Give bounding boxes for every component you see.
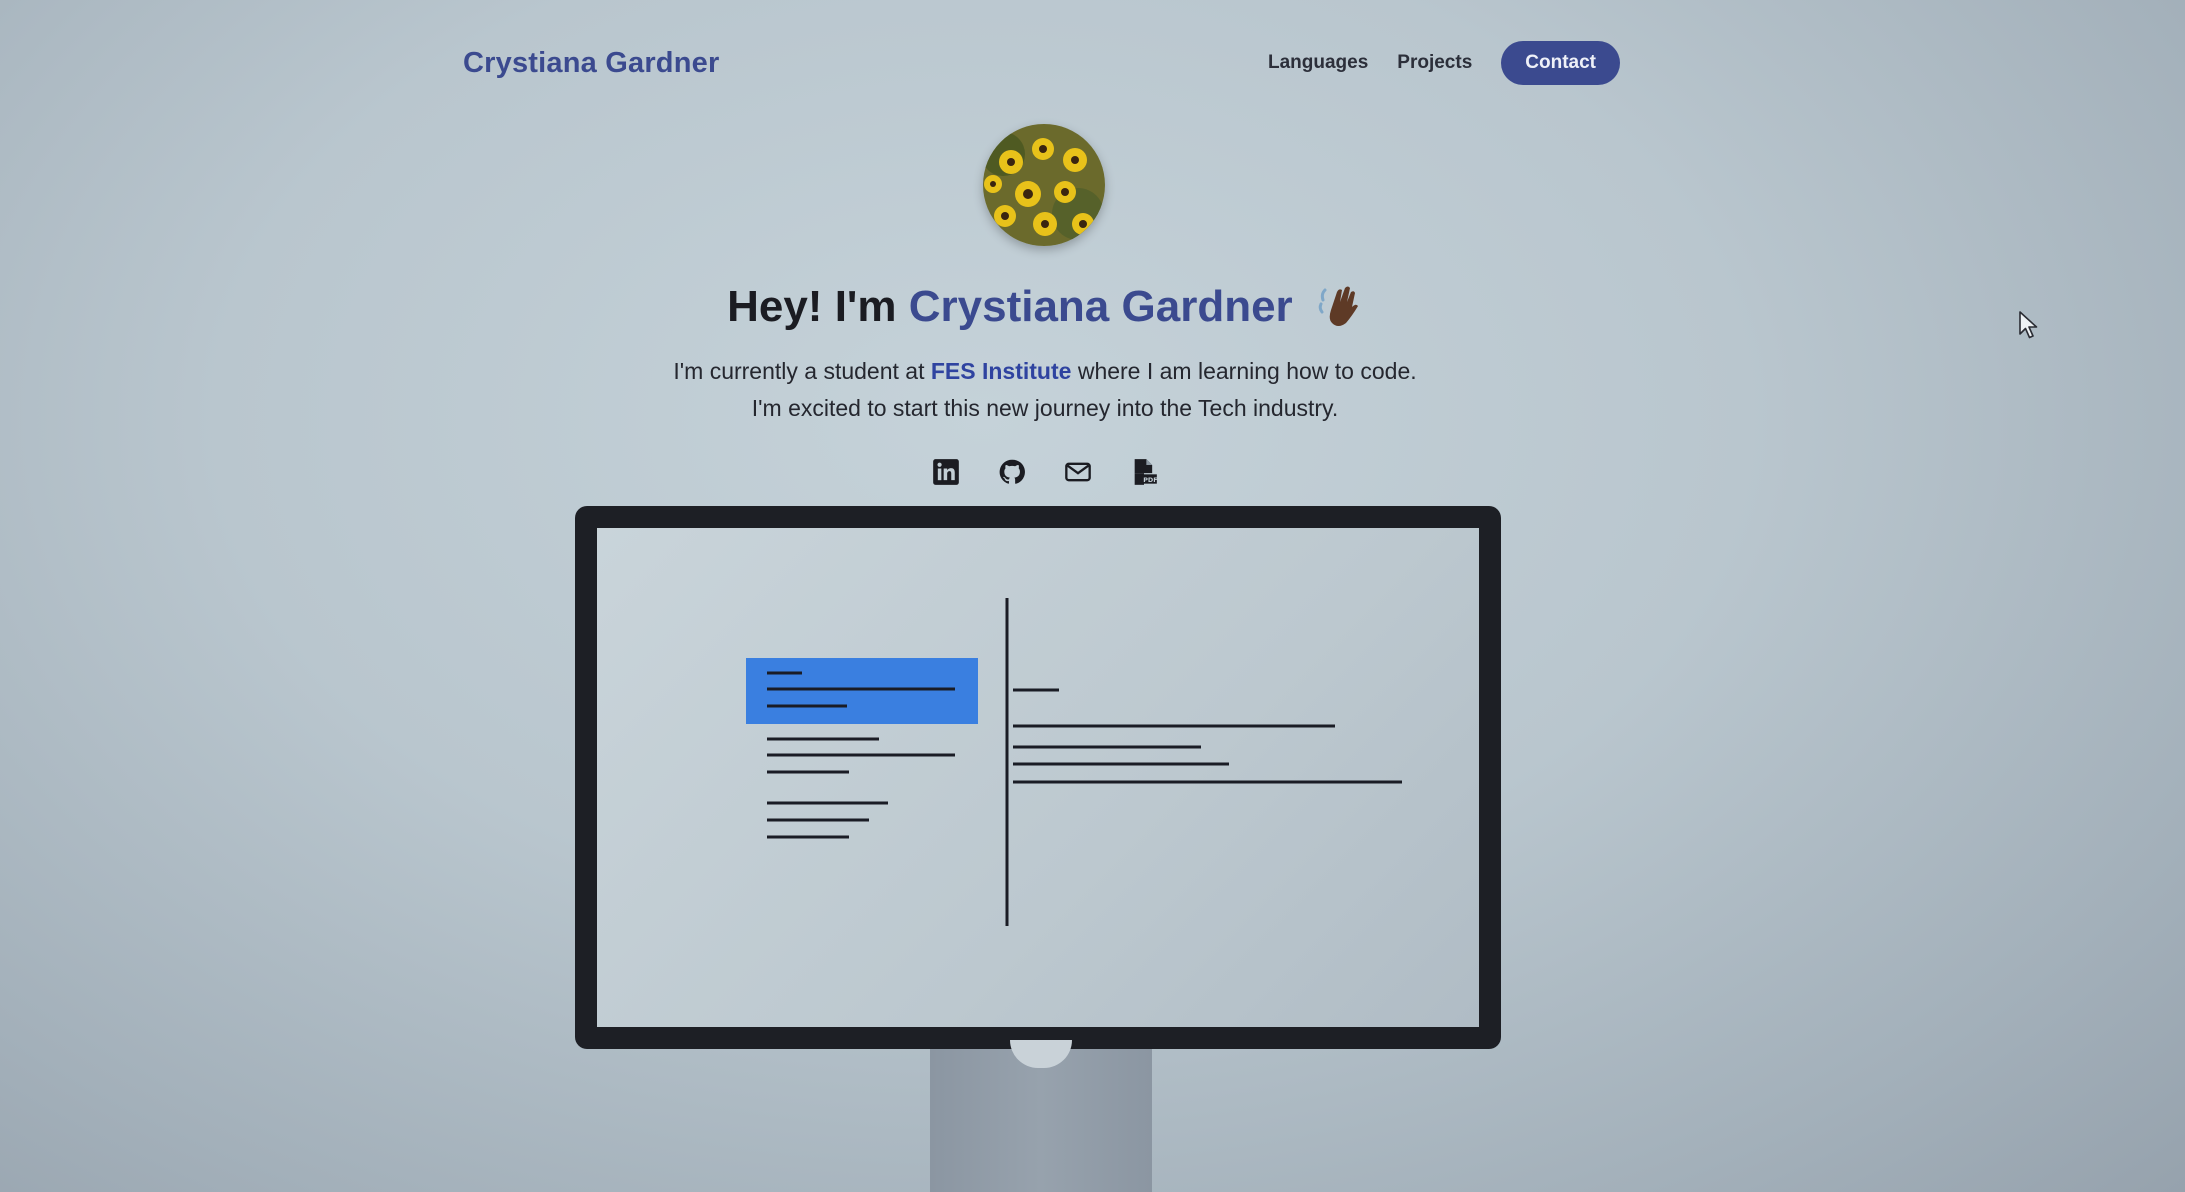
- github-icon[interactable]: [998, 458, 1026, 486]
- pdf-resume-icon[interactable]: PDF: [1130, 458, 1158, 486]
- social-links: PDF: [0, 458, 2090, 486]
- hero-name: Crystiana Gardner: [908, 282, 1293, 332]
- brand-name[interactable]: Crystiana Gardner: [463, 47, 719, 80]
- nav-link-projects[interactable]: Projects: [1397, 52, 1472, 74]
- avatar: [983, 124, 1105, 246]
- institute-link[interactable]: FES Institute: [931, 358, 1072, 384]
- sunflower-avatar-image: [983, 124, 1105, 246]
- hero-headline: Hey! I'm Crystiana Gardner: [0, 280, 2090, 339]
- nav-links: Languages Projects Contact: [1268, 41, 1620, 85]
- linkedin-icon[interactable]: [932, 458, 960, 486]
- greeting-text: Hey! I'm: [727, 282, 897, 332]
- intro-text-start: I'm currently a student at: [673, 358, 925, 384]
- mail-icon[interactable]: [1064, 458, 1092, 486]
- svg-text:PDF: PDF: [1143, 476, 1157, 484]
- monitor-screen: [597, 528, 1479, 1027]
- intro-paragraph: I'm currently a student at FES Institute…: [660, 353, 1430, 427]
- contact-button[interactable]: Contact: [1501, 41, 1620, 85]
- top-nav: Crystiana Gardner Languages Projects Con…: [463, 38, 1620, 88]
- waving-hand-icon: [1315, 280, 1363, 339]
- monitor-illustration: [575, 506, 1501, 1049]
- mouse-pointer-icon: [2018, 310, 2040, 345]
- nav-link-languages[interactable]: Languages: [1268, 52, 1368, 74]
- screen-wireframe-illustration: [746, 598, 1402, 926]
